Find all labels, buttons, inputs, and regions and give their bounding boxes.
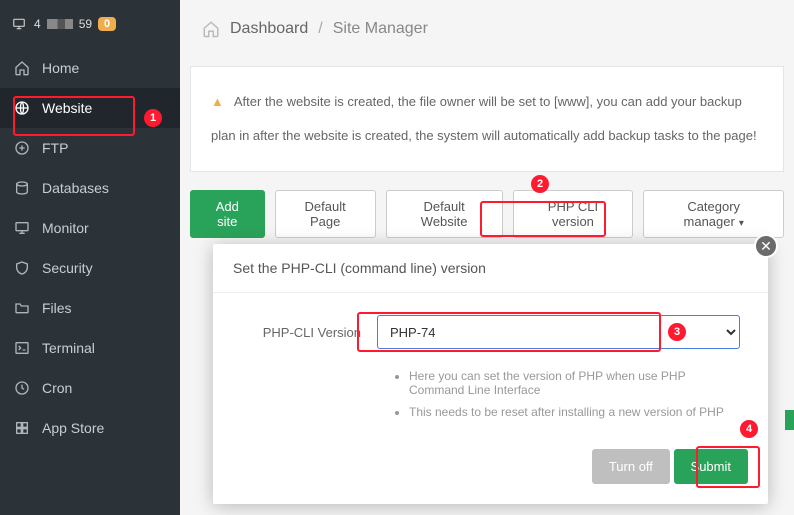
- breadcrumb-dashboard[interactable]: Dashboard: [230, 20, 308, 38]
- sidebar-label: Databases: [42, 180, 109, 196]
- caret-down-icon: ▾: [739, 218, 744, 229]
- stat-2: 59: [79, 17, 92, 31]
- add-site-button[interactable]: Add site: [190, 190, 265, 238]
- monitor-icon: [10, 17, 28, 31]
- sidebar-item-home[interactable]: Home: [0, 48, 180, 88]
- category-label: Category manager: [684, 199, 741, 229]
- category-manager-button[interactable]: Category manager▾: [643, 190, 784, 238]
- sidebar-label: Files: [42, 300, 72, 316]
- notification-badge[interactable]: 0: [98, 17, 116, 31]
- breadcrumb-separator: /: [318, 20, 322, 38]
- database-icon: [14, 180, 30, 196]
- default-website-button[interactable]: Default Website: [386, 190, 503, 238]
- ftp-icon: [14, 140, 30, 156]
- top-stats: 4 59 0: [0, 0, 180, 48]
- hint-2: This needs to be reset after installing …: [409, 405, 740, 419]
- sidebar-item-ftp[interactable]: FTP: [0, 128, 180, 168]
- sidebar-item-monitor[interactable]: Monitor: [0, 208, 180, 248]
- toolbar: Add site Default Page Default Website PH…: [184, 190, 790, 238]
- modal-title: Set the PHP-CLI (command line) version: [213, 244, 768, 293]
- sidebar-label: Website: [42, 100, 92, 116]
- warning-icon: ▲: [211, 94, 224, 109]
- folder-icon: [14, 300, 30, 316]
- stat-1: 4: [34, 17, 41, 31]
- sidebar: 4 59 0 Home Website FTP Databases Monito…: [0, 0, 180, 515]
- monitor-icon: [14, 220, 30, 236]
- shield-icon: [14, 260, 30, 276]
- clock-icon: [14, 380, 30, 396]
- sidebar-label: App Store: [42, 420, 104, 436]
- submit-button[interactable]: Submit: [674, 449, 748, 484]
- sidebar-label: Home: [42, 60, 79, 76]
- default-page-button[interactable]: Default Page: [275, 190, 376, 238]
- breadcrumb: Dashboard / Site Manager: [180, 0, 794, 58]
- alert-text: After the website is created, the file o…: [211, 94, 757, 143]
- sidebar-label: Terminal: [42, 340, 95, 356]
- sidebar-item-terminal[interactable]: Terminal: [0, 328, 180, 368]
- breadcrumb-current: Site Manager: [333, 20, 428, 38]
- info-alert: ▲After the website is created, the file …: [190, 66, 784, 172]
- phpcli-version-label: PHP-CLI Version: [241, 325, 361, 340]
- sidebar-item-cron[interactable]: Cron: [0, 368, 180, 408]
- sidebar-label: Monitor: [42, 220, 89, 236]
- phpcli-modal: ✕ Set the PHP-CLI (command line) version…: [213, 244, 768, 504]
- sidebar-item-security[interactable]: Security: [0, 248, 180, 288]
- home-icon: [202, 20, 220, 38]
- decorative-stripe: [785, 410, 794, 430]
- globe-icon: [14, 100, 30, 116]
- sidebar-label: FTP: [42, 140, 68, 156]
- sidebar-item-appstore[interactable]: App Store: [0, 408, 180, 448]
- sidebar-label: Cron: [42, 380, 72, 396]
- hint-1: Here you can set the version of PHP when…: [409, 369, 740, 397]
- close-button[interactable]: ✕: [754, 234, 778, 258]
- sidebar-item-files[interactable]: Files: [0, 288, 180, 328]
- phpcli-version-select[interactable]: PHP-74: [377, 315, 740, 349]
- grid-icon: [14, 420, 30, 436]
- sidebar-label: Security: [42, 260, 93, 276]
- sidebar-item-website[interactable]: Website: [0, 88, 180, 128]
- turn-off-button[interactable]: Turn off: [592, 449, 670, 484]
- terminal-icon: [14, 340, 30, 356]
- php-cli-version-button[interactable]: PHP CLI version: [513, 190, 634, 238]
- hints: Here you can set the version of PHP when…: [241, 369, 740, 419]
- sidebar-item-databases[interactable]: Databases: [0, 168, 180, 208]
- stat-strip-icon: [47, 19, 73, 29]
- home-icon: [14, 60, 30, 76]
